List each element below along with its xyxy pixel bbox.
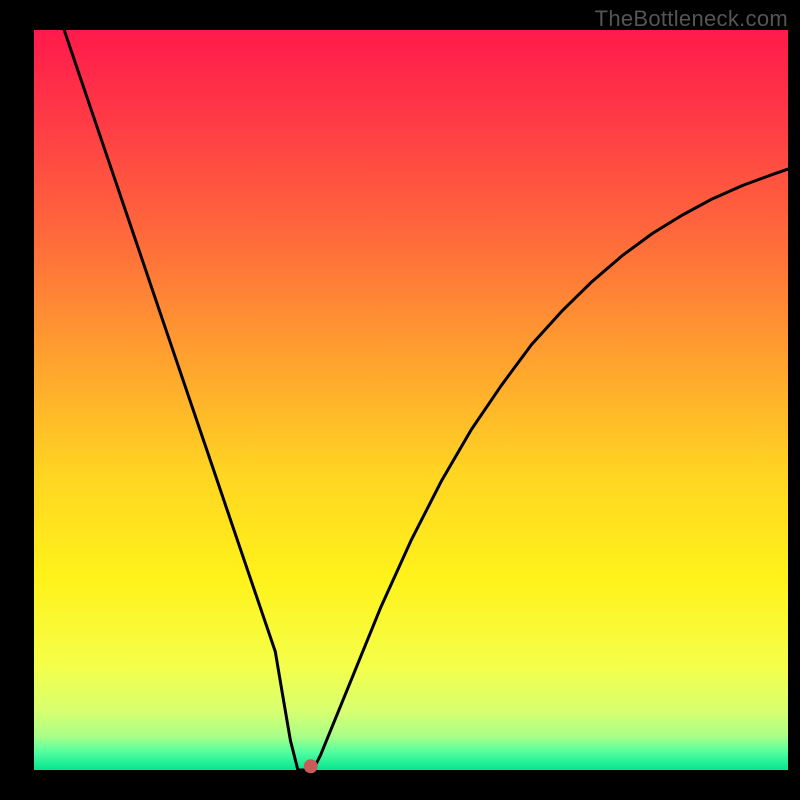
optimum-marker <box>304 759 318 773</box>
watermark-text: TheBottleneck.com <box>595 6 788 32</box>
chart-canvas <box>0 0 800 800</box>
plot-area <box>34 30 788 770</box>
bottleneck-chart: TheBottleneck.com <box>0 0 800 800</box>
